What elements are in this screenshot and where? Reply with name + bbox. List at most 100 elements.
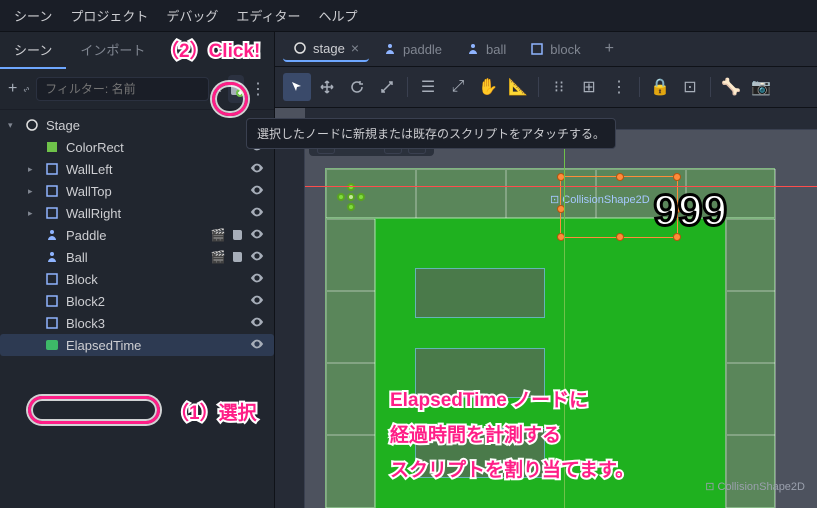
tab-label: stage xyxy=(313,41,345,56)
tree-row-ball[interactable]: Ball 🎬 xyxy=(0,246,274,268)
node-name: WallLeft xyxy=(66,162,244,177)
block xyxy=(415,268,545,318)
tree-row-paddle[interactable]: Paddle 🎬 xyxy=(0,224,274,246)
doc-tab-ball[interactable]: ball xyxy=(456,38,516,61)
staticbody-icon xyxy=(44,271,60,287)
group-icon[interactable]: ⊡ xyxy=(676,73,704,101)
more-tools[interactable]: ⋮ xyxy=(605,73,633,101)
node-name: WallTop xyxy=(66,184,244,199)
visibility-icon[interactable] xyxy=(250,205,266,221)
tree-row-stage[interactable]: ▾ Stage xyxy=(0,114,274,136)
grid-tool[interactable]: ⊞ xyxy=(575,73,603,101)
visibility-icon[interactable] xyxy=(250,161,266,177)
menu-bar: シーン プロジェクト デバッグ エディター ヘルプ xyxy=(0,0,817,32)
tree-row-block[interactable]: Block xyxy=(0,268,274,290)
add-tab-button[interactable]: + xyxy=(595,36,624,62)
tree-row-wallleft[interactable]: ▸ WallLeft xyxy=(0,158,274,180)
clapper-icon[interactable]: 🎬 xyxy=(210,249,226,265)
viewport[interactable]: − 59.5 % + ⟲ xyxy=(275,108,817,508)
label-icon xyxy=(44,337,60,353)
tree-row-block2[interactable]: Block2 xyxy=(0,290,274,312)
tree-row-elapsedtime[interactable]: ElapsedTime xyxy=(0,334,274,356)
node-name: Block2 xyxy=(66,294,244,309)
menu-project[interactable]: プロジェクト xyxy=(70,6,148,25)
staticbody-icon xyxy=(530,42,544,56)
lock-icon[interactable]: 🔒 xyxy=(646,73,674,101)
menu-help[interactable]: ヘルプ xyxy=(318,6,357,25)
staticbody-icon xyxy=(44,293,60,309)
node-name: Ball xyxy=(66,250,204,265)
doc-tab-stage[interactable]: stage × xyxy=(283,36,369,62)
move-tool[interactable] xyxy=(313,73,341,101)
tree-row-colorrect[interactable]: ColorRect xyxy=(0,136,274,158)
chevron-right-icon[interactable]: ▸ xyxy=(28,164,38,175)
node-name: Block3 xyxy=(66,316,244,331)
staticbody-icon xyxy=(44,205,60,221)
close-icon[interactable]: × xyxy=(351,40,359,56)
filter-input[interactable] xyxy=(36,77,209,101)
chevron-right-icon[interactable]: ▸ xyxy=(28,186,38,197)
tab-import[interactable]: インポート xyxy=(66,32,159,69)
tab-label: block xyxy=(550,42,580,57)
characterbody-icon xyxy=(466,42,480,56)
tab-scene[interactable]: シーン xyxy=(0,32,66,69)
visibility-icon[interactable] xyxy=(250,293,266,309)
node-name: Paddle xyxy=(66,228,204,243)
ruler-vertical xyxy=(275,130,305,508)
script-icon[interactable] xyxy=(230,227,246,243)
bone-icon[interactable]: 🦴 xyxy=(717,73,745,101)
tab-label: paddle xyxy=(403,42,442,57)
editor-toolbar: ☰ ⤢ ✋ 📐 ⁝⁝ ⊞ ⋮ 🔒 ⊡ 🦴 📷 xyxy=(275,67,817,108)
characterbody-icon xyxy=(44,227,60,243)
block xyxy=(415,428,545,478)
clapper-icon[interactable]: 🎬 xyxy=(210,227,226,243)
camera-icon[interactable]: 📷 xyxy=(747,73,775,101)
more-icon[interactable]: ⋮ xyxy=(250,78,266,100)
tooltip: 選択したノードに新規または既存のスクリプトをアタッチする。 xyxy=(246,118,616,149)
document-tabs: stage × paddle ball block + xyxy=(275,32,817,67)
node-icon xyxy=(293,41,307,55)
node-name: ElapsedTime xyxy=(66,338,244,353)
chevron-right-icon[interactable]: ▸ xyxy=(28,208,38,219)
colorrect-icon xyxy=(44,139,60,155)
doc-tab-paddle[interactable]: paddle xyxy=(373,38,452,61)
node-name: Stage xyxy=(46,118,266,133)
menu-debug[interactable]: デバッグ xyxy=(166,6,218,25)
visibility-icon[interactable] xyxy=(250,271,266,287)
scale-tool[interactable] xyxy=(373,73,401,101)
node-name: WallRight xyxy=(66,206,244,221)
tree-row-block3[interactable]: Block3 xyxy=(0,312,274,334)
menu-editor[interactable]: エディター xyxy=(236,6,300,25)
dock-tabs: シーン インポート xyxy=(0,32,274,69)
add-node-button[interactable]: + xyxy=(8,78,17,100)
script-icon[interactable] xyxy=(230,249,246,265)
wall-left xyxy=(325,218,375,508)
tab-label: ball xyxy=(486,42,506,57)
link-icon[interactable] xyxy=(23,78,30,100)
tree-row-wallright[interactable]: ▸ WallRight xyxy=(0,202,274,224)
visibility-icon[interactable] xyxy=(250,183,266,199)
origin-gizmo[interactable] xyxy=(337,183,365,211)
annotation-ring-node xyxy=(28,396,160,424)
snap-tool[interactable]: ⁝⁝ xyxy=(545,73,573,101)
doc-tab-block[interactable]: block xyxy=(520,38,590,61)
tree-row-walltop[interactable]: ▸ WallTop xyxy=(0,180,274,202)
chevron-down-icon[interactable]: ▾ xyxy=(8,120,18,131)
staticbody-icon xyxy=(44,183,60,199)
scene-tree: ▾ Stage ColorRect ▸ WallLeft ▸ WallTop xyxy=(0,110,274,508)
visibility-icon[interactable] xyxy=(250,227,266,243)
visibility-icon[interactable] xyxy=(250,337,266,353)
select-tool[interactable] xyxy=(283,73,311,101)
viewport-info-label: ⊡ CollisionShape2D xyxy=(705,480,805,493)
rotate-tool[interactable] xyxy=(343,73,371,101)
lock-tool[interactable]: ⤢ xyxy=(444,73,472,101)
ruler-tool[interactable]: 📐 xyxy=(504,73,532,101)
visibility-icon[interactable] xyxy=(250,249,266,265)
list-tool[interactable]: ☰ xyxy=(414,73,442,101)
menu-scene[interactable]: シーン xyxy=(14,6,52,25)
characterbody-icon xyxy=(383,42,397,56)
annotation-ring-script xyxy=(212,82,248,116)
characterbody-icon xyxy=(44,249,60,265)
visibility-icon[interactable] xyxy=(250,315,266,331)
hand-tool[interactable]: ✋ xyxy=(474,73,502,101)
